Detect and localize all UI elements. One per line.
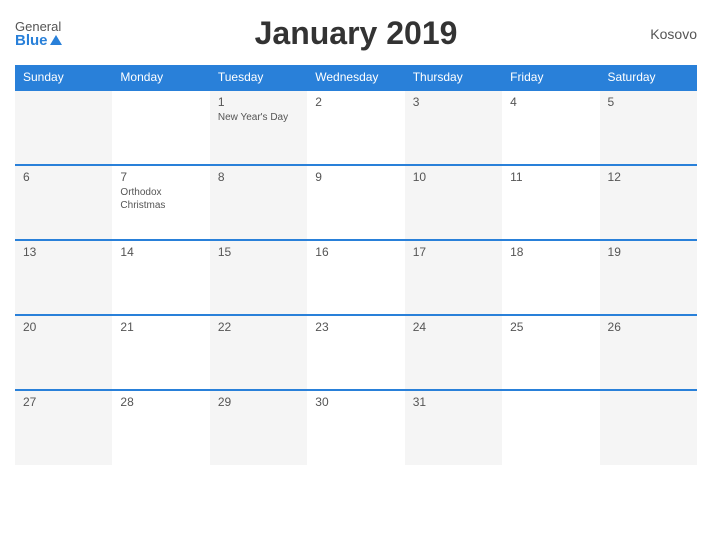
day-number: 17	[413, 245, 494, 259]
calendar-cell: 25	[502, 315, 599, 390]
day-number: 20	[23, 320, 104, 334]
day-number: 23	[315, 320, 396, 334]
weekday-header-wednesday: Wednesday	[307, 65, 404, 90]
calendar-cell: 28	[112, 390, 209, 465]
calendar-cell: 29	[210, 390, 307, 465]
day-number: 9	[315, 170, 396, 184]
calendar-cell: 27	[15, 390, 112, 465]
weekday-header-thursday: Thursday	[405, 65, 502, 90]
logo-triangle-icon	[50, 35, 62, 45]
calendar-cell: 11	[502, 165, 599, 240]
day-number: 22	[218, 320, 299, 334]
calendar-cell: 6	[15, 165, 112, 240]
calendar-cell: 21	[112, 315, 209, 390]
day-number: 4	[510, 95, 591, 109]
day-number: 18	[510, 245, 591, 259]
calendar-cell: 7 Orthodox Christmas	[112, 165, 209, 240]
day-number: 29	[218, 395, 299, 409]
day-number: 24	[413, 320, 494, 334]
calendar-cell: 3	[405, 90, 502, 165]
day-number: 19	[608, 245, 689, 259]
calendar-cell: 19	[600, 240, 697, 315]
day-number: 27	[23, 395, 104, 409]
calendar-cell: 8	[210, 165, 307, 240]
calendar-cell: 4	[502, 90, 599, 165]
calendar-cell: 13	[15, 240, 112, 315]
calendar-cell: 23	[307, 315, 404, 390]
day-number: 12	[608, 170, 689, 184]
calendar-cell	[15, 90, 112, 165]
calendar-cell: 16	[307, 240, 404, 315]
calendar-cell	[112, 90, 209, 165]
weekday-header-friday: Friday	[502, 65, 599, 90]
calendar-cell: 31	[405, 390, 502, 465]
day-number: 28	[120, 395, 201, 409]
day-number: 1	[218, 95, 299, 109]
week-row-4: 27 28 29 30 31	[15, 390, 697, 465]
day-number: 21	[120, 320, 201, 334]
holiday-label: New Year's Day	[218, 111, 299, 124]
day-number: 8	[218, 170, 299, 184]
calendar-cell: 12	[600, 165, 697, 240]
calendar-cell: 14	[112, 240, 209, 315]
day-number: 13	[23, 245, 104, 259]
week-row-1: 6 7 Orthodox Christmas 8 9 10 11 12	[15, 165, 697, 240]
weekday-header-tuesday: Tuesday	[210, 65, 307, 90]
day-number: 6	[23, 170, 104, 184]
day-number: 14	[120, 245, 201, 259]
day-number: 30	[315, 395, 396, 409]
day-number: 11	[510, 170, 591, 184]
day-number: 3	[413, 95, 494, 109]
holiday-label: Orthodox Christmas	[120, 186, 201, 212]
calendar-cell: 10	[405, 165, 502, 240]
calendar-cell: 2	[307, 90, 404, 165]
calendar-cell: 30	[307, 390, 404, 465]
calendar-cell: 18	[502, 240, 599, 315]
calendar-title: January 2019	[255, 15, 458, 52]
calendar-cell: 9	[307, 165, 404, 240]
day-number: 26	[608, 320, 689, 334]
calendar-table: SundayMondayTuesdayWednesdayThursdayFrid…	[15, 65, 697, 465]
calendar-cell: 17	[405, 240, 502, 315]
day-number: 15	[218, 245, 299, 259]
calendar-cell	[600, 390, 697, 465]
weekday-header-row: SundayMondayTuesdayWednesdayThursdayFrid…	[15, 65, 697, 90]
calendar-cell: 15	[210, 240, 307, 315]
week-row-0: 1 New Year's Day 2 3 4 5	[15, 90, 697, 165]
day-number: 31	[413, 395, 494, 409]
calendar-cell: 5	[600, 90, 697, 165]
day-number: 10	[413, 170, 494, 184]
logo-blue-row: Blue	[15, 33, 62, 48]
calendar-cell: 26	[600, 315, 697, 390]
calendar-container: General Blue January 2019 Kosovo SundayM…	[0, 0, 712, 550]
day-number: 5	[608, 95, 689, 109]
weekday-header-saturday: Saturday	[600, 65, 697, 90]
day-number: 2	[315, 95, 396, 109]
calendar-cell: 1 New Year's Day	[210, 90, 307, 165]
weekday-header-sunday: Sunday	[15, 65, 112, 90]
calendar-header: General Blue January 2019 Kosovo	[15, 10, 697, 57]
day-number: 25	[510, 320, 591, 334]
logo: General Blue	[15, 20, 62, 48]
country-label: Kosovo	[650, 26, 697, 42]
logo-blue-text: Blue	[15, 33, 48, 48]
calendar-cell	[502, 390, 599, 465]
weekday-header-monday: Monday	[112, 65, 209, 90]
calendar-cell: 24	[405, 315, 502, 390]
calendar-cell: 20	[15, 315, 112, 390]
day-number: 7	[120, 170, 201, 184]
week-row-3: 20 21 22 23 24 25 26	[15, 315, 697, 390]
day-number: 16	[315, 245, 396, 259]
calendar-cell: 22	[210, 315, 307, 390]
week-row-2: 13 14 15 16 17 18 19	[15, 240, 697, 315]
